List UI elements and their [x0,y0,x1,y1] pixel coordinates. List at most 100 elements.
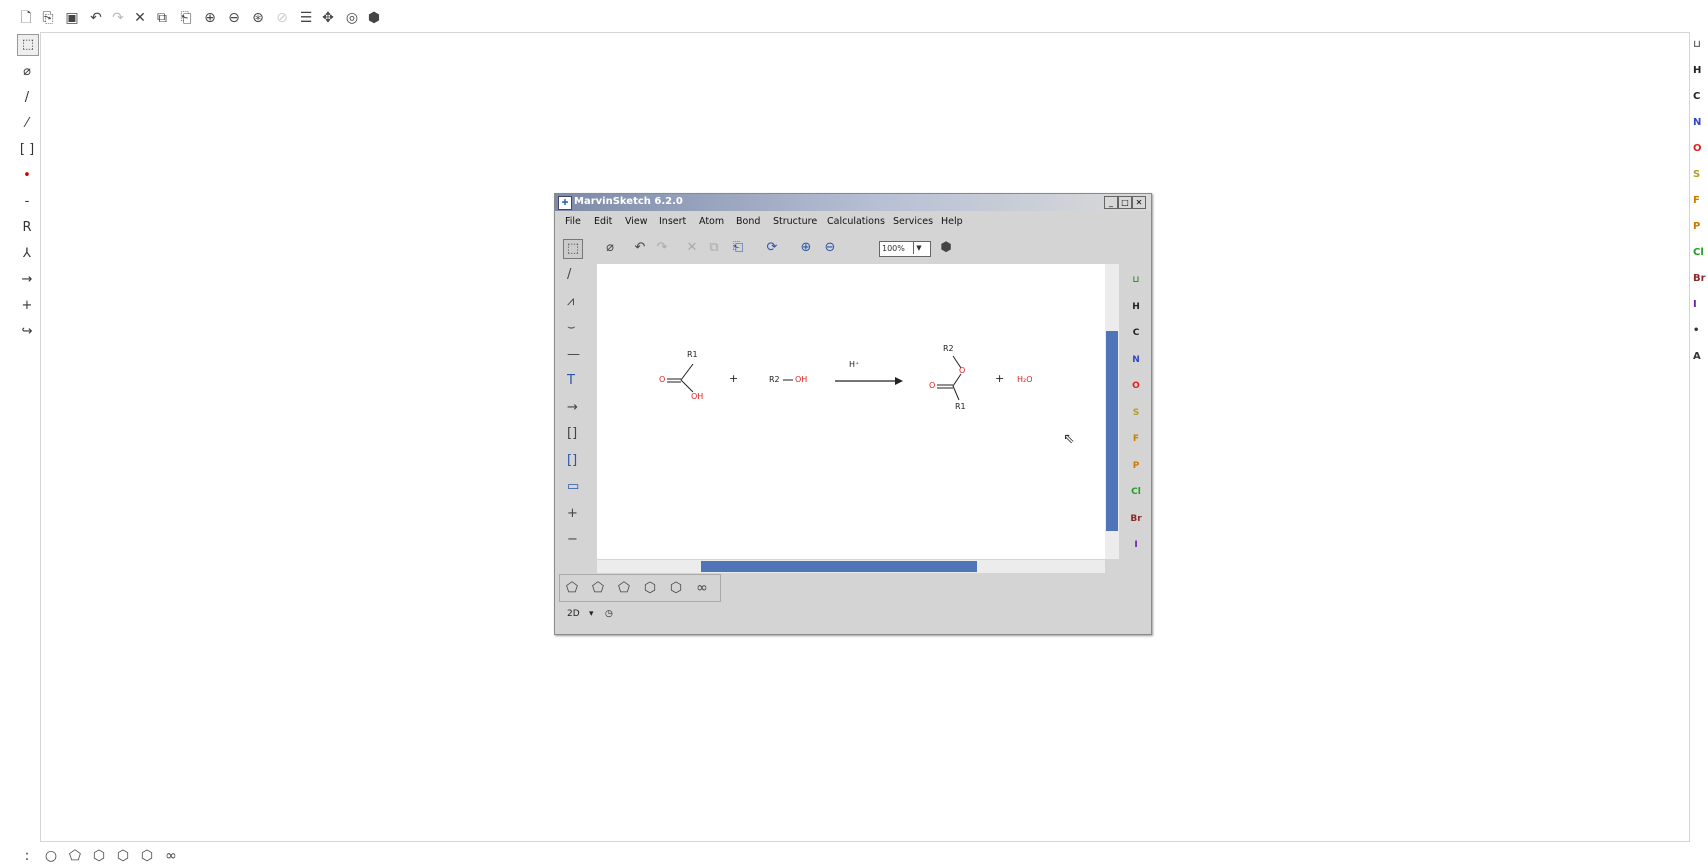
element-button-3[interactable]: N [1693,114,1708,132]
inner-element-9: Br [1130,513,1142,524]
element-button-0[interactable]: ⊔ [1693,36,1708,54]
charge-icon[interactable]: - [17,192,37,212]
inner-left-tool-8: ▭ [567,479,580,494]
menu-view: View [625,216,648,227]
new-file-icon[interactable]: 🗋 [18,10,34,26]
cut-icon[interactable]: ✕ [132,10,148,26]
inner-select-icon: ⬚ [563,239,583,259]
clean-icon[interactable]: ◎ [344,10,360,26]
zoom-out-icon[interactable]: ⊖ [226,10,242,26]
menu-calculations: Calculations [827,216,885,227]
open-icon[interactable]: ⎘ [40,10,56,26]
inner-left-tool-4: T [567,373,575,388]
inner-element-3: N [1132,354,1140,365]
more-icon[interactable]: : [18,848,36,864]
inner-help-icon: ⬢ [940,240,952,255]
inner-clean-icon: ⟳ [766,240,778,255]
inner-left-tool-3: — [567,346,580,362]
cyclopentane-icon[interactable]: ⬡ [90,848,108,864]
ester-r2-label: R2 [943,344,954,353]
copy-icon[interactable]: ⧉ [154,10,170,26]
r2-oh-label: OH [795,375,808,384]
center-icon[interactable]: ✥ [320,10,336,26]
bracket-icon[interactable]: [ ] [17,140,37,160]
paste-icon[interactable]: ⎗ [178,10,194,26]
r-group-icon[interactable]: R [17,218,37,238]
arrow-icon[interactable]: → [17,270,37,290]
inner-left-tool-2: ⌣ [567,320,576,335]
inner-cyclopropane-icon: ⬠ [565,580,579,596]
inner-element-7: P [1132,460,1140,471]
inner-vertical-thumb [1106,331,1118,531]
chain-icon[interactable]: ⁄ [17,114,37,134]
menu-bond: Bond [736,216,761,227]
inner-window-title: MarvinSketch 6.2.0 [574,196,683,207]
inner-naphthalene-icon: ∞ [696,580,708,596]
inner-toolbar: ⬚ ⌀ ↶ ↷ ✕ ⧉ ⎗ ⟳ ⊕ ⊖ 100% ▼ ⬢ [561,236,961,260]
inner-cyclobutane-icon: ⬠ [591,580,605,596]
inner-canvas: R1 O OH + R2 OH H⁺ R2 O O R1 + H₂O ⇖ [597,264,1105,559]
maximize-icon: □ [1118,196,1132,209]
element-button-10[interactable]: I [1693,296,1708,314]
ester-o-label: O [959,366,966,375]
align-icon[interactable]: ☰ [298,10,314,26]
inner-left-tool-0: / [567,267,572,282]
benzene-icon[interactable]: ⬡ [114,848,132,864]
cyclohexane-icon[interactable]: ⬡ [138,848,156,864]
help-icon[interactable]: ⬢ [366,10,382,26]
zoom-fit-icon[interactable]: ⊛ [250,10,266,26]
zoom-disabled-icon[interactable]: ⊘ [274,10,290,26]
inner-paste-icon: ⎗ [732,240,744,255]
element-button-2[interactable]: C [1693,88,1708,106]
inner-cyclohexane-icon: ⬡ [669,580,683,596]
element-button-9[interactable]: Br [1693,270,1708,288]
plus-icon[interactable]: + [17,296,37,316]
inner-redo-icon: ↷ [656,240,668,255]
inner-left-tool-7: [] [567,452,578,468]
inner-right-toolbar: ⊔ H C N O S F P Cl Br I [1121,264,1149,554]
inner-element-0: ⊔ [1132,275,1140,285]
water-label: H₂O [1017,375,1033,384]
inner-left-tool-9: + [567,505,578,521]
cyclobutane-icon[interactable]: ⬠ [66,848,84,864]
inner-3d-icon: ◷ [605,609,613,619]
single-bond-icon[interactable]: / [17,88,37,108]
zoom-in-icon[interactable]: ⊕ [202,10,218,26]
chevron-down-icon: ▼ [913,242,924,254]
inner-ring-toolbar: ⬠ ⬠ ⬠ ⬡ ⬡ ∞ [559,574,721,602]
element-button-6[interactable]: F [1693,192,1708,210]
menu-edit: Edit [594,216,613,227]
selection-tool-icon[interactable]: ⬚ [17,34,39,56]
chevron-down-icon: ▾ [589,609,594,619]
ester-r1-label: R1 [955,402,966,411]
inner-left-tool-10: − [567,532,578,547]
cyclopropane-icon[interactable]: ○ [42,848,60,864]
element-button-4[interactable]: O [1693,140,1708,158]
redo-icon[interactable]: ↷ [110,10,126,26]
element-button-12[interactable]: A [1693,348,1708,366]
inner-eraser-icon: ⌀ [606,240,614,255]
electron-flow-icon[interactable]: ↪ [17,322,37,342]
inner-title-bar: ✚ MarvinSketch 6.2.0 _ □ ✕ [555,194,1151,211]
menu-services: Services [893,216,934,227]
eraser-icon[interactable]: ⌀ [17,62,37,82]
oh-label: OH [691,392,704,401]
ester-carbonyl-o-label: O [929,381,936,390]
atom-dot-icon[interactable]: • [17,166,37,186]
element-button-5[interactable]: S [1693,166,1708,184]
r1-label: R1 [687,350,698,359]
element-button-7[interactable]: P [1693,218,1708,236]
element-button-1[interactable]: H [1693,62,1708,80]
undo-icon[interactable]: ↶ [88,10,104,26]
plus-sign-2: + [995,372,1005,385]
naphthalene-icon[interactable]: ∞ [162,848,180,864]
inner-left-tool-6: [] [567,426,578,441]
menu-atom: Atom [699,216,725,227]
element-button-11[interactable]: • [1693,322,1708,340]
save-icon[interactable]: ▣ [64,10,80,26]
inner-element-4: O [1132,381,1140,391]
element-button-8[interactable]: Cl [1693,244,1708,262]
menu-file: File [565,216,581,227]
app-icon: ✚ [558,196,572,210]
reaction-arrow-icon[interactable]: ⅄ [17,244,37,264]
